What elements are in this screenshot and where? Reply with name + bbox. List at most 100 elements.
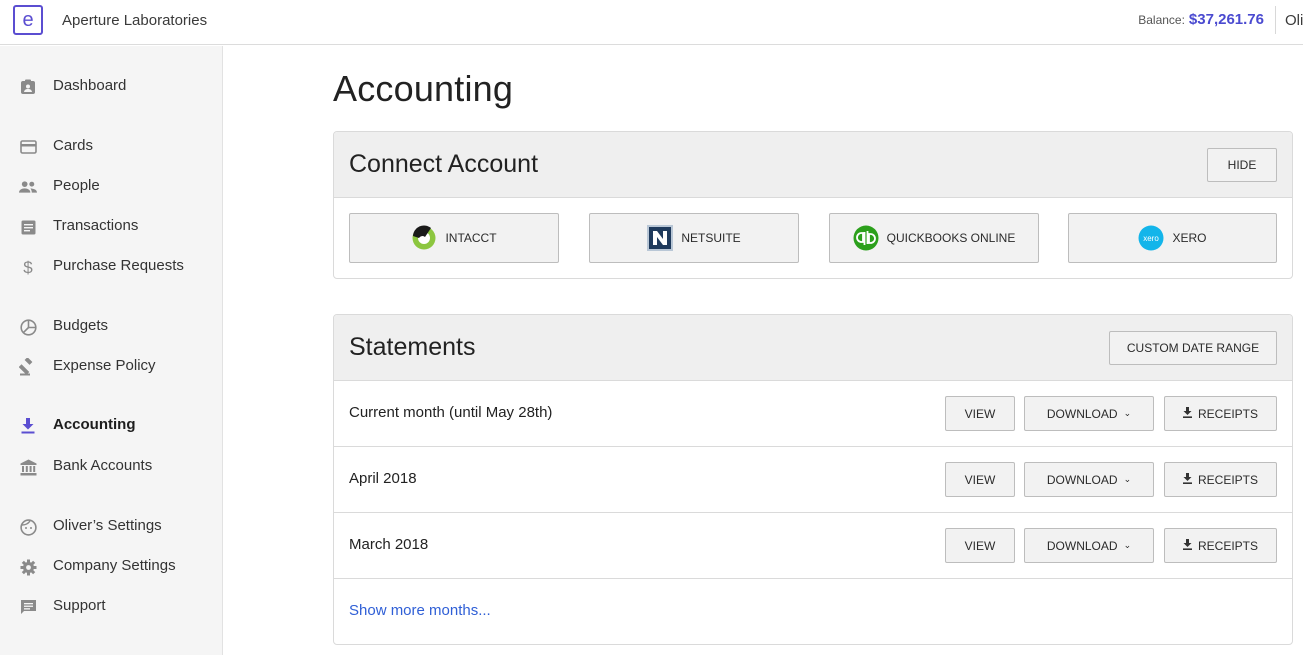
receipts-button[interactable]: RECEIPTS bbox=[1164, 396, 1277, 431]
receipts-button[interactable]: RECEIPTS bbox=[1164, 528, 1277, 563]
logo-e-icon: e bbox=[22, 10, 33, 30]
sidebar-item-label: Oliver’s Settings bbox=[53, 517, 162, 534]
sidebar-item-label: Transactions bbox=[53, 217, 139, 234]
netsuite-label: NETSUITE bbox=[681, 231, 741, 245]
top-bar: e Aperture Laboratories Balance: $37,261.… bbox=[0, 0, 1303, 45]
download-icon bbox=[1182, 472, 1192, 487]
statements-panel: Statements CUSTOM DATE RANGE Current mon… bbox=[333, 314, 1293, 645]
page-title: Accounting bbox=[333, 68, 514, 109]
brand-logo[interactable]: e bbox=[13, 5, 43, 35]
quickbooks-button[interactable]: QUICKBOOKS ONLINE bbox=[829, 213, 1039, 263]
hide-button[interactable]: HIDE bbox=[1207, 148, 1277, 182]
sidebar-item-label: Support bbox=[53, 597, 106, 614]
statement-row: Current month (until May 28th) VIEW DOWN… bbox=[334, 381, 1292, 447]
view-label: VIEW bbox=[964, 406, 996, 421]
balance-amount: $37,261.76 bbox=[1188, 11, 1264, 28]
chevron-down-icon: ⌄ bbox=[1123, 408, 1132, 418]
sidebar-item-label: Budgets bbox=[53, 317, 109, 334]
download-label: DOWNLOAD bbox=[1046, 406, 1118, 421]
company-name: Aperture Laboratories bbox=[62, 12, 208, 29]
sidebar-item-accounting[interactable]: Accounting bbox=[0, 410, 222, 440]
transactions-icon bbox=[19, 218, 37, 236]
download-dropdown[interactable]: DOWNLOAD ⌄ bbox=[1024, 396, 1154, 431]
people-icon bbox=[19, 178, 37, 196]
sidebar-item-expense-policy[interactable]: Expense Policy bbox=[0, 351, 222, 381]
chevron-down-icon: ⌄ bbox=[1123, 474, 1132, 484]
custom-date-range-label: CUSTOM DATE RANGE bbox=[1126, 341, 1260, 355]
sidebar-item-dashboard[interactable]: Dashboard bbox=[0, 71, 222, 101]
statement-row: March 2018 VIEW DOWNLOAD ⌄ RECEIPTS bbox=[334, 513, 1292, 579]
sidebar-item-label: Expense Policy bbox=[53, 357, 156, 374]
dollar-icon: $ bbox=[19, 258, 37, 276]
receipts-label: RECEIPTS bbox=[1197, 538, 1258, 553]
view-button[interactable]: VIEW bbox=[945, 462, 1015, 497]
quickbooks-logo-icon bbox=[853, 225, 879, 251]
balance-label: Balance: bbox=[1138, 13, 1185, 27]
svg-text:$: $ bbox=[23, 258, 33, 276]
statement-row: April 2018 VIEW DOWNLOAD ⌄ RECEIPTS bbox=[334, 447, 1292, 513]
netsuite-logo-icon bbox=[647, 225, 674, 251]
xero-label: XERO bbox=[1172, 231, 1207, 245]
sidebar-item-label: Cards bbox=[53, 137, 94, 154]
view-button[interactable]: VIEW bbox=[945, 528, 1015, 563]
xero-button[interactable]: xero XERO bbox=[1068, 213, 1277, 263]
download-icon bbox=[1182, 406, 1192, 421]
sidebar-item-label: Purchase Requests bbox=[53, 257, 184, 274]
receipts-label: RECEIPTS bbox=[1197, 406, 1258, 421]
custom-date-range-button[interactable]: CUSTOM DATE RANGE bbox=[1109, 331, 1277, 365]
quickbooks-label: QUICKBOOKS ONLINE bbox=[886, 231, 1016, 245]
balance-display: Balance: $37,261.76 bbox=[1138, 11, 1264, 28]
view-label: VIEW bbox=[964, 538, 996, 553]
download-label: DOWNLOAD bbox=[1046, 472, 1118, 487]
connect-account-header: Connect Account HIDE bbox=[334, 132, 1292, 198]
view-label: VIEW bbox=[964, 472, 996, 487]
show-more-months-link[interactable]: Show more months... bbox=[349, 602, 491, 619]
receipts-label: RECEIPTS bbox=[1197, 472, 1258, 487]
download-icon bbox=[1182, 538, 1192, 553]
hide-button-label: HIDE bbox=[1227, 158, 1257, 172]
download-dropdown[interactable]: DOWNLOAD ⌄ bbox=[1024, 528, 1154, 563]
chat-icon bbox=[19, 598, 37, 616]
svg-text:e: e bbox=[22, 10, 33, 30]
sidebar-item-cards[interactable]: Cards bbox=[0, 131, 222, 161]
netsuite-button[interactable]: NETSUITE bbox=[589, 213, 799, 263]
intacct-label: INTACCT bbox=[445, 231, 497, 245]
chevron-down-icon: ⌄ bbox=[1123, 540, 1132, 550]
download-label: DOWNLOAD bbox=[1046, 538, 1118, 553]
header-divider bbox=[1275, 6, 1276, 34]
dashboard-icon bbox=[19, 78, 37, 96]
view-button[interactable]: VIEW bbox=[945, 396, 1015, 431]
pie-icon bbox=[19, 318, 37, 336]
xero-logo-icon: xero bbox=[1138, 225, 1164, 251]
face-icon bbox=[19, 518, 37, 536]
sidebar-item-bank-accounts[interactable]: Bank Accounts bbox=[0, 451, 222, 481]
sidebar-item-user-settings[interactable]: Oliver’s Settings bbox=[0, 511, 222, 541]
sidebar-item-label: Bank Accounts bbox=[53, 457, 153, 474]
sidebar-item-label: Accounting bbox=[53, 416, 136, 433]
sidebar-item-purchase-requests[interactable]: $ Purchase Requests bbox=[0, 251, 222, 281]
connect-account-title: Connect Account bbox=[349, 150, 539, 178]
connect-account-panel: Connect Account HIDE INTACCT NETSUITE QU… bbox=[333, 131, 1293, 279]
intacct-logo-icon bbox=[411, 225, 437, 251]
sidebar-item-label: Company Settings bbox=[53, 557, 176, 574]
sidebar-item-label: Dashboard bbox=[53, 77, 127, 94]
user-menu[interactable]: Oli bbox=[1285, 12, 1303, 29]
sidebar-item-budgets[interactable]: Budgets bbox=[0, 311, 222, 341]
svg-text:xero: xero bbox=[1144, 234, 1160, 243]
bank-icon bbox=[19, 458, 37, 476]
statements-header: Statements CUSTOM DATE RANGE bbox=[334, 315, 1292, 381]
intacct-button[interactable]: INTACCT bbox=[349, 213, 559, 263]
download-dropdown[interactable]: DOWNLOAD ⌄ bbox=[1024, 462, 1154, 497]
card-icon bbox=[19, 138, 37, 156]
sidebar-item-support[interactable]: Support bbox=[0, 591, 222, 621]
statement-period: April 2018 bbox=[349, 470, 417, 487]
sidebar-item-people[interactable]: People bbox=[0, 171, 222, 201]
statements-title: Statements bbox=[349, 333, 476, 361]
sidebar-item-transactions[interactable]: Transactions bbox=[0, 211, 222, 241]
download-icon bbox=[19, 417, 37, 435]
statement-period: Current month (until May 28th) bbox=[349, 404, 553, 421]
sidebar: Dashboard Cards People Transactions $ Pu… bbox=[0, 46, 223, 655]
sidebar-item-label: People bbox=[53, 177, 100, 194]
receipts-button[interactable]: RECEIPTS bbox=[1164, 462, 1277, 497]
sidebar-item-company-settings[interactable]: Company Settings bbox=[0, 551, 222, 581]
